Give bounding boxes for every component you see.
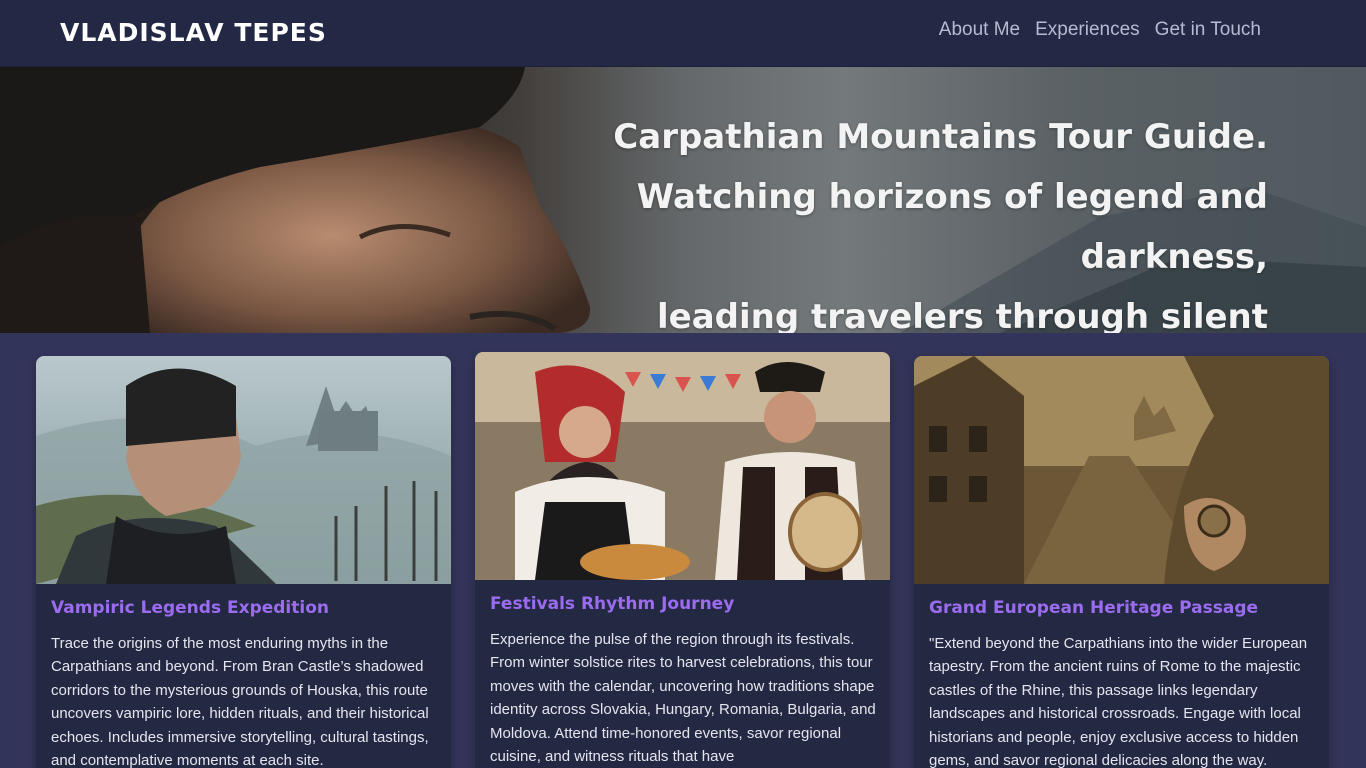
- experience-card-festivals[interactable]: Festivals Rhythm Journey Experience the …: [475, 352, 890, 768]
- hero-line: leading travelers through silent: [656, 297, 1268, 333]
- card-description: "Extend beyond the Carpathians into the …: [929, 635, 1308, 768]
- card-title[interactable]: Grand European Heritage Passage: [929, 598, 1258, 618]
- hero-headline: Carpathian Mountains Tour Guide. Watchin…: [568, 107, 1268, 333]
- card-image-old-street-compass: [914, 356, 1329, 584]
- card-description: Trace the origins of the most enduring m…: [51, 635, 429, 768]
- experience-card-vampiric[interactable]: Vampiric Legends Expedition Trace the or…: [36, 356, 451, 768]
- card-image-misty-castle: [36, 356, 451, 584]
- site-header: VLADISLAV TEPES About Me Experiences Get…: [0, 0, 1366, 67]
- hero-line: darkness,: [1080, 237, 1268, 277]
- site-brand[interactable]: VLADISLAV TEPES: [60, 18, 327, 47]
- hero-line: Watching horizons of legend and: [636, 177, 1268, 217]
- card-title[interactable]: Vampiric Legends Expedition: [51, 598, 329, 618]
- nav-about-me[interactable]: About Me: [939, 19, 1020, 41]
- nav-experiences[interactable]: Experiences: [1035, 19, 1140, 41]
- card-description: Experience the pulse of the region throu…: [490, 631, 876, 766]
- main-nav: About Me Experiences Get in Touch: [939, 19, 1261, 41]
- hero-line: Carpathian Mountains Tour Guide.: [613, 117, 1268, 157]
- card-image-folk-festival: [475, 352, 890, 580]
- card-title[interactable]: Festivals Rhythm Journey: [490, 594, 734, 614]
- hero-banner: Carpathian Mountains Tour Guide. Watchin…: [0, 67, 1366, 333]
- nav-get-in-touch[interactable]: Get in Touch: [1155, 19, 1261, 41]
- experience-card-heritage[interactable]: Grand European Heritage Passage "Extend …: [914, 356, 1329, 768]
